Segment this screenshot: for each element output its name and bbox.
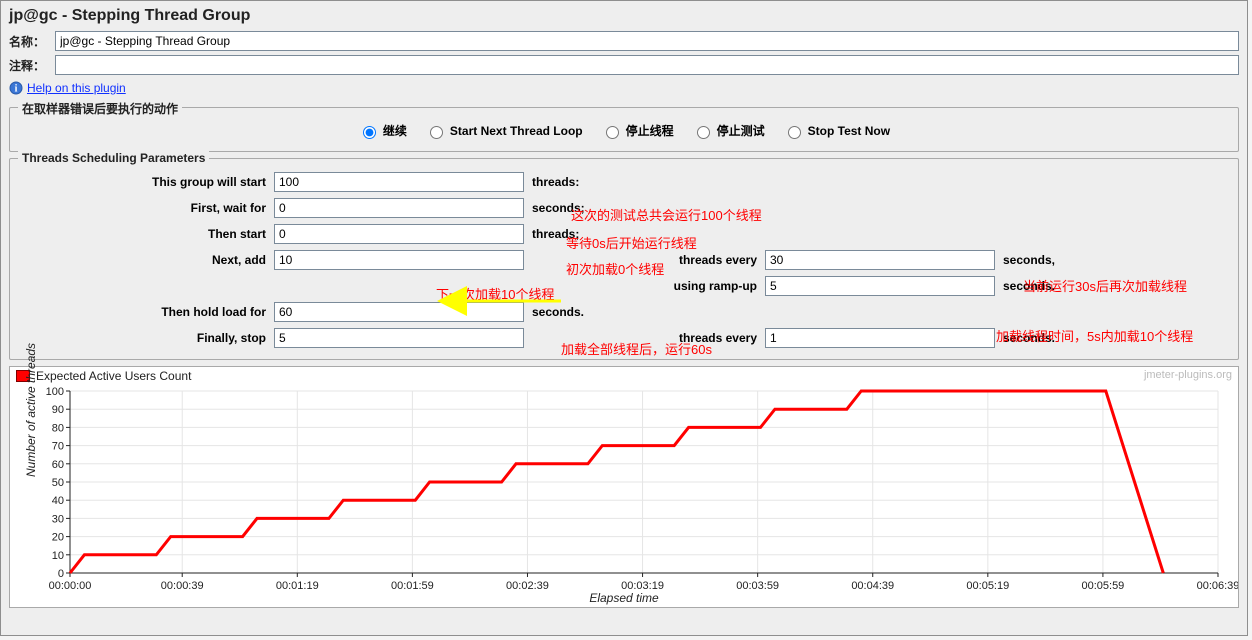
radio-stop-now-input[interactable] (788, 126, 801, 139)
svg-text:80: 80 (52, 422, 64, 434)
svg-text:90: 90 (52, 404, 64, 416)
svg-text:00:00:39: 00:00:39 (161, 580, 204, 592)
radio-start-next-input[interactable] (430, 126, 443, 139)
label-seconds-comma: seconds, (1001, 253, 1230, 267)
radio-continue-label: 继续 (383, 122, 407, 139)
label-then-start: Then start (18, 227, 268, 241)
comments-input[interactable] (55, 55, 1239, 75)
radio-stop-thread-input[interactable] (606, 126, 619, 139)
label-this-group-will-start: This group will start (18, 175, 268, 189)
svg-text:50: 50 (52, 477, 64, 489)
scheduling-legend: Threads Scheduling Parameters (18, 151, 209, 165)
svg-text:100: 100 (46, 386, 64, 398)
label-next-add: Next, add (18, 253, 268, 267)
label-first-wait-for: First, wait for (18, 201, 268, 215)
radio-stop-test-label: 停止测试 (717, 122, 765, 139)
svg-text:00:01:59: 00:01:59 (391, 580, 434, 592)
svg-text:00:03:59: 00:03:59 (736, 580, 779, 592)
label-then-hold-load-for: Then hold load for (18, 305, 268, 319)
chart-panel: Expected Active Users Count jmeter-plugi… (9, 366, 1239, 608)
label-seconds-period-2: seconds. (530, 305, 759, 319)
radio-start-next[interactable]: Start Next Thread Loop (425, 123, 583, 139)
page-title: jp@gc - Stepping Thread Group (1, 1, 1247, 29)
on-error-groupbox: 在取样器错误后要执行的动作 继续 Start Next Thread Loop … (9, 107, 1239, 152)
label-seconds-period-1: seconds. (1001, 279, 1230, 293)
label-seconds-1: seconds; (530, 201, 759, 215)
input-finally-stop[interactable] (274, 328, 524, 348)
label-threads-suffix-1: threads: (530, 175, 759, 189)
radio-continue-input[interactable] (363, 126, 376, 139)
label-threads-every-2: threads every (530, 331, 759, 345)
help-link[interactable]: Help on this plugin (27, 81, 126, 95)
radio-continue[interactable]: 继续 (358, 122, 407, 139)
on-error-legend: 在取样器错误后要执行的动作 (18, 100, 182, 117)
label-threads-every-1: threads every (530, 253, 759, 267)
svg-text:i: i (15, 84, 18, 95)
svg-text:00:00:00: 00:00:00 (49, 580, 92, 592)
svg-text:30: 30 (52, 513, 64, 525)
svg-text:00:04:39: 00:04:39 (851, 580, 894, 592)
radio-stop-test[interactable]: 停止测试 (692, 122, 765, 139)
svg-text:00:03:19: 00:03:19 (621, 580, 664, 592)
scheduling-groupbox: Threads Scheduling Parameters This group… (9, 158, 1239, 360)
radio-stop-now[interactable]: Stop Test Now (783, 123, 890, 139)
name-input[interactable] (55, 31, 1239, 51)
svg-text:00:01:19: 00:01:19 (276, 580, 319, 592)
svg-text:10: 10 (52, 550, 64, 562)
radio-stop-test-input[interactable] (697, 126, 710, 139)
label-finally-stop: Finally, stop (18, 331, 268, 345)
svg-text:00:05:59: 00:05:59 (1081, 580, 1124, 592)
info-icon: i (9, 81, 23, 95)
input-first-wait[interactable] (274, 198, 524, 218)
input-hold-for[interactable] (274, 302, 524, 322)
svg-text:20: 20 (52, 532, 64, 544)
chart-svg: 0 10 20 30 40 50 60 70 80 90 100 00:00:00 00:00:39 00… (10, 367, 1238, 607)
svg-text:00:06:39: 00:06:39 (1197, 580, 1238, 592)
name-label: 名称： (9, 33, 55, 50)
radio-start-next-label: Start Next Thread Loop (450, 124, 583, 138)
radio-stop-thread[interactable]: 停止线程 (601, 122, 674, 139)
radio-stop-thread-label: 停止线程 (626, 122, 674, 139)
comments-label: 注释： (9, 57, 55, 74)
input-next-add[interactable] (274, 250, 524, 270)
label-seconds-period-3: seconds. (1001, 331, 1230, 345)
input-ramp-up[interactable] (765, 276, 995, 296)
label-threads-suffix-2: threads; (530, 227, 759, 241)
input-then-start[interactable] (274, 224, 524, 244)
svg-text:0: 0 (58, 568, 64, 580)
input-next-every[interactable] (765, 250, 995, 270)
svg-text:40: 40 (52, 495, 64, 507)
svg-text:00:02:39: 00:02:39 (506, 580, 549, 592)
radio-stop-now-label: Stop Test Now (808, 124, 890, 138)
label-using-ramp-up: using ramp-up (530, 279, 759, 293)
input-total-threads[interactable] (274, 172, 524, 192)
svg-text:00:05:19: 00:05:19 (966, 580, 1009, 592)
input-finally-every[interactable] (765, 328, 995, 348)
svg-text:60: 60 (52, 459, 64, 471)
svg-text:70: 70 (52, 441, 64, 453)
